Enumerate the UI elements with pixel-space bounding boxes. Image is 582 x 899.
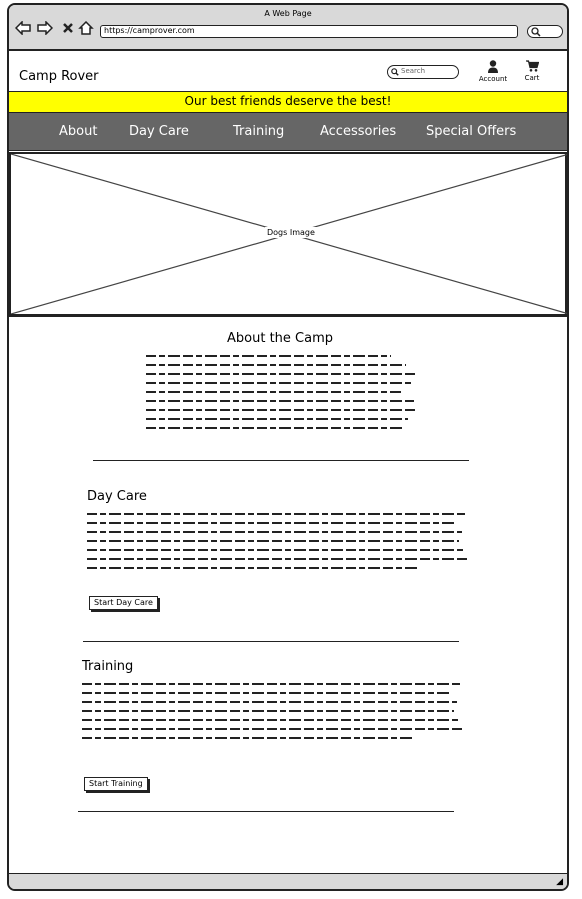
section-divider: [78, 811, 454, 812]
about-text-placeholder: [146, 355, 418, 436]
nav-item-training[interactable]: Training: [233, 124, 284, 139]
nav-item-special-offers[interactable]: Special Offers: [426, 124, 516, 139]
cart-icon: [525, 60, 539, 72]
browser-search[interactable]: [527, 25, 563, 38]
section-divider: [83, 641, 459, 642]
browser-window: A Web Page https://camprover.com Camp Ro…: [7, 3, 569, 891]
training-title: Training: [82, 659, 134, 674]
cart-button[interactable]: Cart: [522, 60, 542, 82]
account-button[interactable]: Account: [478, 60, 508, 83]
section-divider: [93, 460, 469, 461]
start-training-button[interactable]: Start Training: [84, 777, 148, 791]
site-header: Camp Rover Search Account Cart: [9, 51, 567, 91]
nav-item-day-care[interactable]: Day Care: [129, 124, 189, 139]
account-label: Account: [478, 75, 508, 83]
hero-image-label: Dogs Image: [265, 227, 317, 238]
nav-item-about[interactable]: About: [59, 124, 97, 139]
cart-label: Cart: [524, 74, 540, 82]
search-icon: [391, 68, 399, 76]
forward-arrow-icon[interactable]: [37, 20, 54, 37]
resize-grip-icon[interactable]: ◢: [556, 877, 563, 887]
nav-item-accessories[interactable]: Accessories: [320, 124, 396, 139]
training-text-placeholder: [82, 683, 462, 746]
back-arrow-icon[interactable]: [14, 20, 31, 37]
search-placeholder: Search: [401, 67, 426, 75]
start-day-care-button[interactable]: Start Day Care: [89, 596, 158, 610]
url-bar[interactable]: https://camprover.com: [100, 25, 518, 38]
hero-image-placeholder: Dogs Image: [9, 152, 567, 316]
promo-banner: Our best friends deserve the best!: [9, 91, 567, 113]
about-title: About the Camp: [227, 331, 333, 346]
site-logo[interactable]: Camp Rover: [19, 69, 99, 84]
close-icon[interactable]: [60, 21, 76, 37]
main-nav: About Day Care Training Accessories Spec…: [9, 113, 567, 151]
browser-chrome: A Web Page https://camprover.com: [9, 5, 567, 51]
browser-status-bar: ◢: [9, 873, 567, 889]
day-care-title: Day Care: [87, 489, 147, 504]
search-icon: [531, 27, 541, 37]
window-title: A Web Page: [264, 9, 312, 18]
home-icon[interactable]: [78, 20, 94, 37]
search-input[interactable]: Search: [387, 65, 459, 79]
hero-divider: [9, 316, 567, 317]
user-icon: [488, 60, 498, 73]
day-care-text-placeholder: [87, 513, 467, 576]
